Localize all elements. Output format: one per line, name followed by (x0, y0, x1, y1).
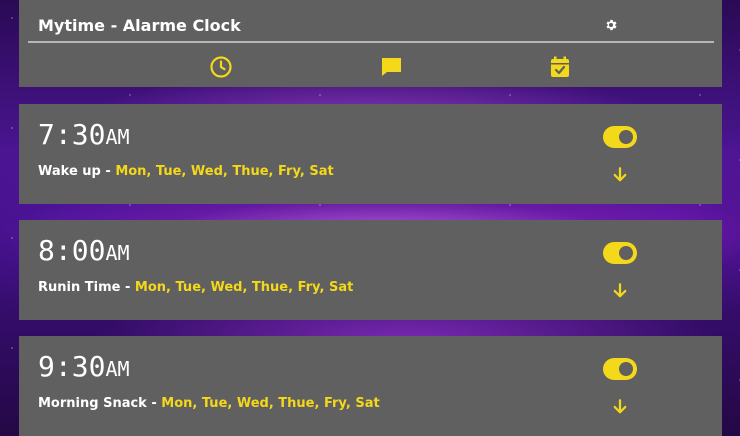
alarm-time-value: 7:30 (38, 118, 106, 151)
alarm-time: 7:30AM (38, 118, 130, 151)
alarm-card[interactable]: 8:00AM Runin Time - Mon, Tue, Wed, Thue,… (19, 220, 722, 320)
alarm-time-value: 8:00 (38, 234, 106, 267)
alarm-card[interactable]: 7:30AM Wake up - Mon, Tue, Wed, Thue, Fr… (19, 104, 722, 204)
arrow-down-icon[interactable] (611, 398, 629, 416)
alarm-toggle[interactable] (603, 242, 637, 264)
alarm-name: Wake up (38, 164, 101, 179)
alarm-ampm: AM (105, 357, 130, 381)
header-divider (28, 41, 714, 43)
gear-icon[interactable] (604, 18, 618, 32)
alarm-card[interactable]: 9:30AM Morning Snack - Mon, Tue, Wed, Th… (19, 336, 722, 436)
clock-icon[interactable] (209, 55, 233, 79)
alarm-toggle[interactable] (603, 358, 637, 380)
alarm-label: Morning Snack - Mon, Tue, Wed, Thue, Fry… (38, 396, 380, 411)
alarm-toggle[interactable] (603, 126, 637, 148)
arrow-down-icon[interactable] (611, 166, 629, 184)
alarm-name: Runin Time (38, 280, 121, 295)
alarm-separator: - (146, 396, 162, 411)
alarm-separator: - (100, 164, 116, 179)
calendar-check-icon[interactable] (548, 55, 572, 79)
app-header: Mytime - Alarme Clock (19, 0, 722, 87)
alarm-time: 8:00AM (38, 234, 130, 267)
alarm-days: Mon, Tue, Wed, Thue, Fry, Sat (161, 396, 380, 411)
app-title: Mytime - Alarme Clock (38, 16, 241, 35)
alarm-time-value: 9:30 (38, 350, 106, 383)
alarm-label: Runin Time - Mon, Tue, Wed, Thue, Fry, S… (38, 280, 353, 295)
alarm-name: Morning Snack (38, 396, 147, 411)
alarm-label: Wake up - Mon, Tue, Wed, Thue, Fry, Sat (38, 164, 334, 179)
message-icon[interactable] (379, 55, 403, 79)
alarm-days: Mon, Tue, Wed, Thue, Fry, Sat (115, 164, 334, 179)
alarm-ampm: AM (105, 125, 130, 149)
alarm-time: 9:30AM (38, 350, 130, 383)
alarm-ampm: AM (105, 241, 130, 265)
alarm-days: Mon, Tue, Wed, Thue, Fry, Sat (134, 280, 354, 295)
arrow-down-icon[interactable] (611, 282, 629, 300)
alarm-separator: - (120, 280, 135, 295)
